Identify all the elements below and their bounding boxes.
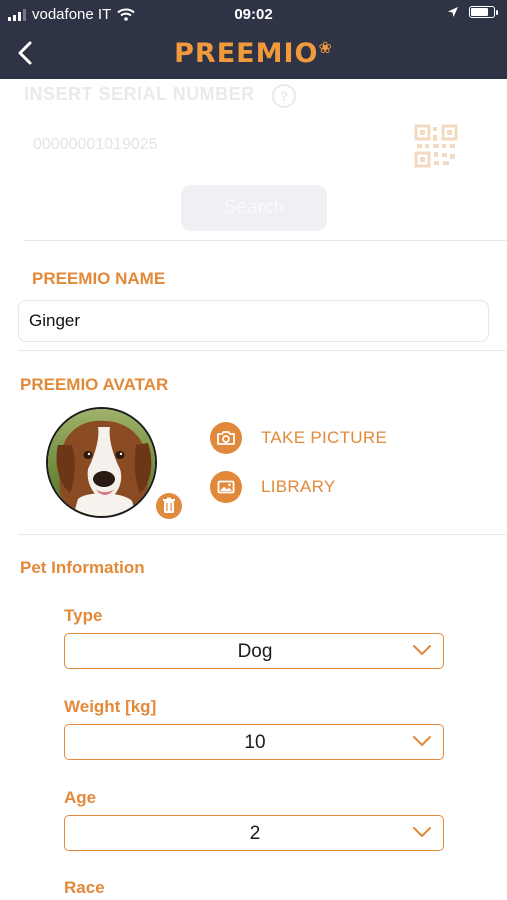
take-picture-button[interactable]: TAKE PICTURE <box>210 422 387 454</box>
preemio-name-title: PREEMIO NAME <box>32 269 166 288</box>
app-logo: PREEMIO❀ <box>0 38 507 69</box>
race-label: Race <box>64 878 105 897</box>
preemio-avatar-title: PREEMIO AVATAR <box>20 375 169 394</box>
pet-information-title: Pet Information <box>20 558 145 577</box>
weight-value: 10 <box>244 732 266 753</box>
status-right <box>447 6 498 18</box>
dog-photo <box>48 409 155 516</box>
type-value: Dog <box>237 641 273 662</box>
age-value: 2 <box>249 823 261 844</box>
chevron-down-icon <box>413 827 431 837</box>
trash-icon[interactable] <box>156 493 182 519</box>
take-picture-label: TAKE PICTURE <box>261 428 388 447</box>
search-button[interactable]: Search <box>181 185 327 231</box>
preemio-name-input[interactable] <box>18 300 489 342</box>
app-header: vodafone IT 09:02 PREEMIO❀ <box>0 0 507 79</box>
chevron-down-icon <box>413 645 431 655</box>
divider <box>18 350 507 351</box>
paw-icon: ❀ <box>318 38 333 57</box>
chevron-down-icon <box>413 736 431 746</box>
logo-text: PREEMIO <box>174 38 319 69</box>
status-time: 09:02 <box>234 6 273 23</box>
image-icon <box>210 471 242 503</box>
type-label: Type <box>64 606 103 625</box>
age-select[interactable]: 2 <box>64 815 444 851</box>
location-arrow-icon <box>448 7 458 17</box>
weight-label: Weight [kg] <box>64 697 157 716</box>
avatar <box>46 407 157 518</box>
camera-icon <box>210 422 242 454</box>
help-icon[interactable]: ? <box>272 84 296 108</box>
divider <box>18 534 507 535</box>
divider <box>24 240 507 241</box>
library-label: LIBRARY <box>261 477 336 496</box>
serial-number-label: INSERT SERIAL NUMBER <box>24 84 255 104</box>
status-bar: vodafone IT 09:02 <box>0 0 507 28</box>
type-select[interactable]: Dog <box>64 633 444 669</box>
weight-select[interactable]: 10 <box>64 724 444 760</box>
age-label: Age <box>64 788 97 807</box>
serial-number-field[interactable]: 00000001019025 <box>33 136 158 154</box>
library-button[interactable]: LIBRARY <box>210 471 336 503</box>
qr-code-icon[interactable] <box>414 124 458 168</box>
battery-icon <box>469 6 498 18</box>
